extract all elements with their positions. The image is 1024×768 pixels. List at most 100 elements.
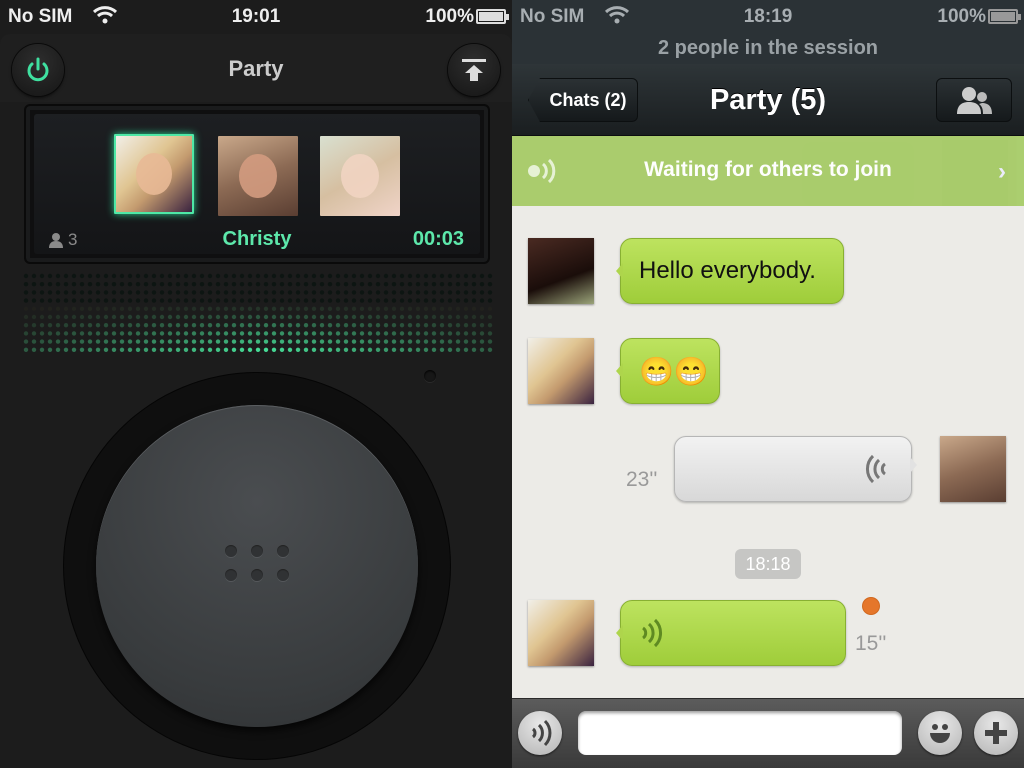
grille-dot xyxy=(471,323,477,328)
grille-dot xyxy=(183,347,189,352)
participant-avatar[interactable] xyxy=(320,136,400,216)
grille-dot xyxy=(367,323,373,328)
grille-dot xyxy=(343,323,349,328)
grille-dot xyxy=(207,273,213,279)
grille-dot xyxy=(87,306,93,311)
grille-dot xyxy=(23,347,29,352)
chat-screen: No SIM 18:19 100% 2 people in the sessio… xyxy=(512,0,1024,768)
grille-dot xyxy=(95,331,101,336)
grille-dot xyxy=(95,314,101,320)
grille-dot xyxy=(215,273,221,279)
grille-dot xyxy=(79,290,85,295)
grille-dot xyxy=(367,273,373,279)
grille-dot xyxy=(191,290,197,295)
grille-dot xyxy=(47,298,53,303)
grille-dot xyxy=(399,339,405,344)
grille-dot xyxy=(271,314,277,320)
sender-avatar[interactable] xyxy=(528,338,594,404)
grille-dot xyxy=(151,323,157,328)
grille-dot xyxy=(71,282,77,287)
voice-message-bubble[interactable] xyxy=(674,436,917,502)
grille-dot xyxy=(215,314,221,320)
grille-dot xyxy=(383,298,389,303)
sender-avatar[interactable] xyxy=(528,238,594,304)
grille-dot xyxy=(455,323,461,328)
grille-dot xyxy=(79,347,85,352)
grille-dot xyxy=(415,273,421,279)
grille-dot xyxy=(71,298,77,303)
voice-mode-button[interactable] xyxy=(518,711,562,755)
grille-dot xyxy=(391,273,397,279)
grille-dot xyxy=(167,347,173,352)
grille-dot xyxy=(199,290,205,295)
grille-dot xyxy=(223,339,229,344)
grille-dot xyxy=(375,347,381,352)
grille-dot xyxy=(247,314,253,320)
grille-dot xyxy=(55,314,61,320)
grille-dot xyxy=(415,314,421,320)
grille-dot xyxy=(23,306,29,311)
grille-dot xyxy=(487,290,493,295)
grille-dot xyxy=(23,331,29,336)
participant-avatar[interactable] xyxy=(218,136,298,216)
grille-dot xyxy=(135,273,141,279)
grille-dot xyxy=(471,347,477,352)
grille-dot xyxy=(55,290,61,295)
grille-dot xyxy=(471,298,477,303)
grille-dot xyxy=(151,314,157,320)
emoji-message-bubble[interactable]: 😁😁 xyxy=(616,338,720,404)
grille-dot xyxy=(279,306,285,311)
grille-dot xyxy=(55,282,61,287)
grille-dot xyxy=(63,290,69,295)
grille-dot xyxy=(191,282,197,287)
grille-dot xyxy=(463,331,469,336)
grille-dot xyxy=(231,290,237,295)
message-bubble[interactable]: Hello everybody. xyxy=(616,238,844,304)
grille-dot xyxy=(423,331,429,336)
grille-dot xyxy=(303,323,309,328)
grille-dot xyxy=(79,306,85,311)
grille-dot xyxy=(55,323,61,328)
upload-button[interactable] xyxy=(448,44,500,96)
grille-dot xyxy=(71,273,77,279)
grille-dot xyxy=(143,323,149,328)
grille-dot xyxy=(175,339,181,344)
grille-dot xyxy=(479,298,485,303)
sender-avatar[interactable] xyxy=(940,436,1006,502)
grille-dot xyxy=(127,282,133,287)
grille-dot xyxy=(255,290,261,295)
emoji-button[interactable] xyxy=(918,711,962,755)
push-to-talk-button[interactable] xyxy=(96,405,418,727)
grille-dot xyxy=(71,314,77,320)
grille-dot xyxy=(335,347,341,352)
members-button[interactable] xyxy=(936,78,1012,122)
grille-dot xyxy=(439,273,445,279)
waiting-banner[interactable]: Waiting for others to join › xyxy=(512,136,1024,206)
participant-avatar-christy[interactable] xyxy=(114,134,194,214)
grille-dot xyxy=(423,323,429,328)
grille-dot xyxy=(111,282,117,287)
grille-dot xyxy=(407,314,413,320)
grille-dot xyxy=(407,347,413,352)
grille-dot xyxy=(359,323,365,328)
grille-dot xyxy=(375,306,381,311)
grille-dot xyxy=(415,339,421,344)
grille-dot xyxy=(383,331,389,336)
grille-dot xyxy=(199,298,205,303)
grille-dot xyxy=(479,290,485,295)
sender-avatar[interactable] xyxy=(528,600,594,666)
grille-dot xyxy=(207,314,213,320)
grille-dot xyxy=(39,290,45,295)
voice-message-bubble[interactable] xyxy=(616,600,846,666)
grille-dot xyxy=(255,306,261,311)
chevron-right-icon: › xyxy=(998,158,1006,185)
message-input[interactable] xyxy=(578,711,902,755)
grille-dot xyxy=(375,339,381,344)
grille-dot xyxy=(391,290,397,295)
grille-dot xyxy=(247,323,253,328)
grille-dot xyxy=(479,331,485,336)
attach-button[interactable] xyxy=(974,711,1018,755)
grille-dot xyxy=(455,347,461,352)
grille-dot xyxy=(311,290,317,295)
grille-dot xyxy=(263,298,269,303)
